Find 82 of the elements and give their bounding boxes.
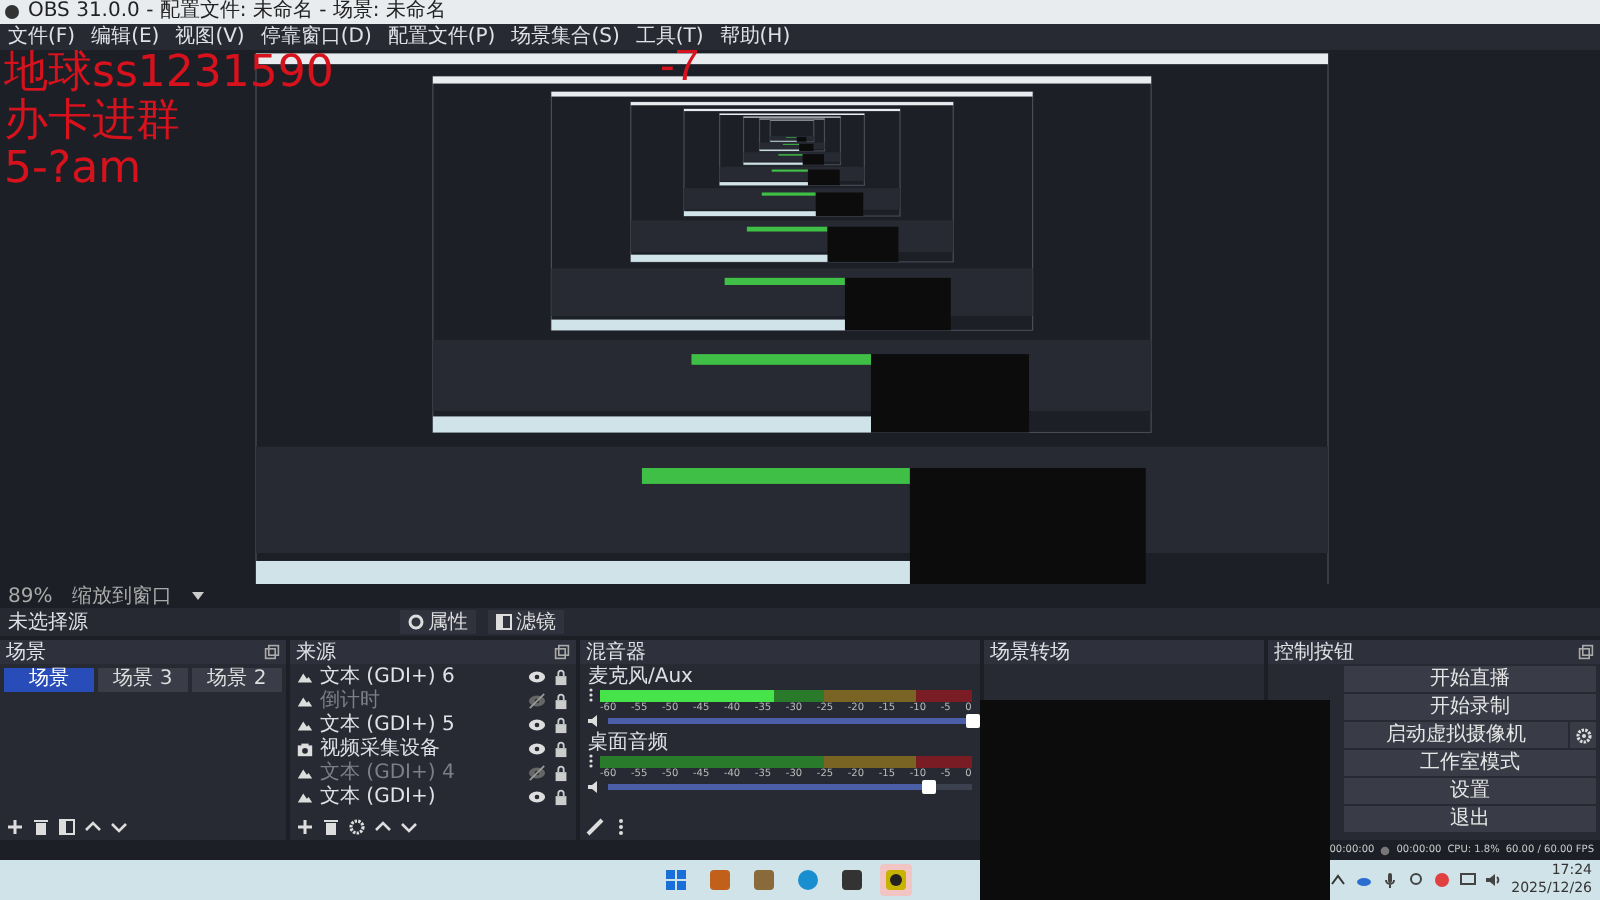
chevron-down-icon[interactable] [110, 817, 128, 835]
menu-item[interactable]: 停靠窗口(D) [260, 24, 372, 50]
app-logo-icon [4, 4, 20, 20]
undock-icon[interactable] [1578, 644, 1594, 660]
scene-item[interactable]: 场景 3 [98, 668, 188, 692]
scene-item[interactable]: 场景 [4, 668, 94, 692]
filters-button[interactable]: 滤镜 [488, 610, 564, 634]
overlay-text: 地球ss1231590 [4, 50, 334, 98]
undock-icon[interactable] [554, 644, 570, 660]
menu-item[interactable]: 文件(F) [8, 24, 76, 50]
trash-icon[interactable] [32, 817, 50, 835]
control-button[interactable]: 工作室模式 [1344, 750, 1596, 776]
lock-icon[interactable] [552, 787, 570, 805]
caret-icon[interactable] [192, 592, 205, 600]
lock-icon[interactable] [552, 715, 570, 733]
source-toolbar-label: 未选择源 [8, 609, 90, 636]
scene-item[interactable]: 场景 2 [192, 668, 282, 692]
add-icon[interactable] [6, 817, 24, 835]
alert-icon[interactable] [1433, 872, 1450, 888]
trash-icon[interactable] [322, 817, 340, 835]
menu-item[interactable]: 视图(V) [175, 24, 245, 50]
panel-title: 来源 [296, 639, 336, 665]
control-button[interactable]: 开始录制 [1344, 694, 1596, 720]
eye-icon[interactable] [528, 787, 546, 805]
overlay-text: 办卡进群 [4, 98, 180, 146]
kebab-menu-icon[interactable] [588, 754, 594, 768]
control-button[interactable]: 开始直播 [1344, 666, 1596, 692]
source-item[interactable]: 文本 (GDI+) 4 [320, 758, 522, 786]
filter-icon [496, 614, 512, 630]
source-item[interactable]: 倒计时 [320, 686, 522, 714]
menu-item[interactable]: 工具(T) [635, 24, 704, 50]
lock-icon[interactable] [552, 739, 570, 757]
zoom-mode[interactable]: 缩放到窗口 [72, 582, 173, 610]
channel-name: 麦克风/Aux [588, 666, 695, 688]
filter-icon[interactable] [58, 817, 76, 835]
chevron-up-icon[interactable] [1329, 872, 1346, 888]
source-item[interactable]: 文本 (GDI+) [320, 782, 522, 810]
speaker-icon[interactable] [588, 780, 602, 794]
speaker-icon[interactable] [588, 714, 602, 728]
control-button[interactable]: 设置 [1344, 778, 1596, 804]
source-item[interactable]: 视频采集设备 [320, 734, 522, 762]
menu-item[interactable]: 编辑(E) [91, 24, 160, 50]
kebab-menu-icon[interactable] [588, 688, 594, 702]
gear-icon[interactable] [348, 817, 366, 835]
lock-icon[interactable] [552, 667, 570, 685]
lock-icon[interactable] [552, 763, 570, 781]
panel-title: 场景 [6, 639, 46, 666]
add-icon[interactable] [296, 817, 314, 835]
camera-icon [296, 739, 314, 757]
control-button[interactable]: 退出 [1344, 806, 1596, 832]
windows-logo-icon [664, 868, 688, 892]
source-item[interactable]: 文本 (GDI+) 6 [320, 664, 522, 690]
source-item[interactable]: 文本 (GDI+) 5 [320, 710, 522, 738]
menu-item[interactable]: 场景集合(S) [511, 24, 620, 50]
zoom-value: 89% [8, 585, 53, 607]
eye-icon[interactable] [528, 715, 546, 733]
monitor-icon[interactable] [1459, 872, 1476, 888]
overlay-text: 5-?am [4, 146, 142, 194]
panel-title: 控制按钮 [1274, 639, 1354, 666]
record-status-icon [1380, 845, 1391, 855]
chevron-down-icon[interactable] [400, 817, 418, 835]
menu-item[interactable]: 配置文件(P) [387, 24, 496, 50]
channel-name: 桌面音频 [588, 732, 670, 754]
settings-button[interactable] [1570, 722, 1596, 748]
lock-icon[interactable] [552, 691, 570, 709]
control-button[interactable]: 启动虚拟摄像机 [1344, 722, 1568, 748]
eye-icon[interactable] [528, 667, 546, 685]
menu-item[interactable]: 帮助(H) [719, 24, 791, 50]
eye-slash-icon[interactable] [528, 691, 546, 709]
microphone-icon[interactable] [1381, 872, 1398, 888]
volume-icon[interactable] [1485, 872, 1502, 888]
eye-slash-icon[interactable] [528, 763, 546, 781]
eye-icon[interactable] [528, 739, 546, 757]
chevron-up-icon[interactable] [374, 817, 392, 835]
gear-icon [408, 614, 424, 630]
volume-slider[interactable] [608, 784, 972, 790]
panel-title: 混音器 [586, 639, 646, 665]
link-icon[interactable] [586, 817, 604, 835]
panel-title: 场景转场 [990, 639, 1070, 666]
undock-icon[interactable] [264, 644, 280, 660]
chevron-up-icon[interactable] [84, 817, 102, 835]
properties-button[interactable]: 属性 [400, 610, 476, 634]
